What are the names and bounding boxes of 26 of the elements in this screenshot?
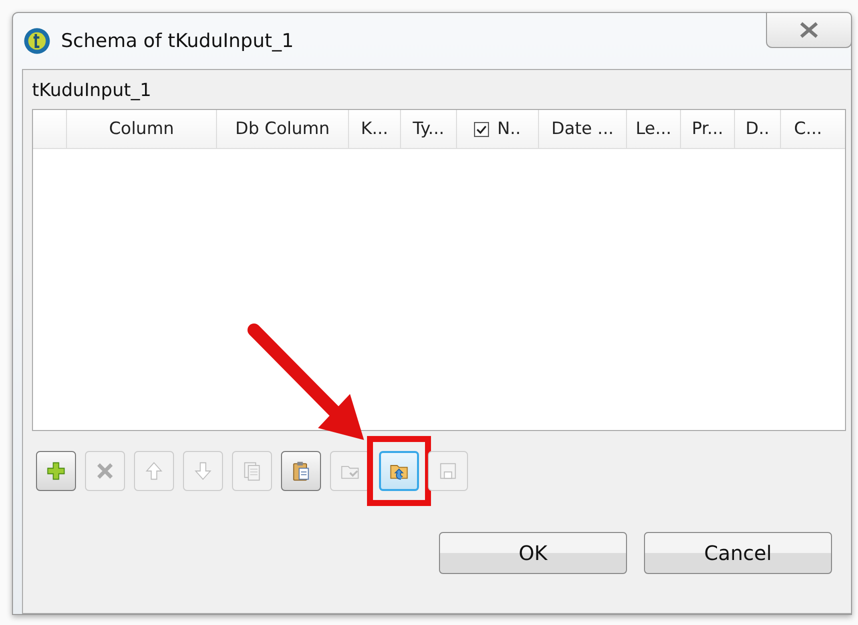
- column-header[interactable]: N..: [457, 110, 539, 148]
- ok-button[interactable]: OK: [439, 532, 627, 574]
- down-arrow-icon: [192, 460, 214, 482]
- window-title: Schema of tKuduInput_1: [61, 30, 294, 52]
- column-header[interactable]: K...: [349, 110, 401, 148]
- add-button[interactable]: [36, 451, 76, 491]
- paste-button[interactable]: [281, 451, 321, 491]
- column-header[interactable]: Pr...: [681, 110, 735, 148]
- schema-label: tKuduInput_1: [32, 80, 152, 101]
- column-header[interactable]: C...: [781, 110, 835, 148]
- floppy-icon: [437, 460, 459, 482]
- plus-icon: [45, 460, 67, 482]
- document-icon: [241, 460, 263, 482]
- checkbox-icon[interactable]: [474, 122, 490, 136]
- up-arrow-icon: [143, 460, 165, 482]
- close-icon: [798, 21, 820, 39]
- close-button[interactable]: [766, 12, 852, 48]
- clipboard-icon: [290, 460, 312, 482]
- column-header[interactable]: D..: [735, 110, 781, 148]
- column-header[interactable]: Ty...: [401, 110, 457, 148]
- column-header[interactable]: Db Column: [217, 110, 349, 148]
- cancel-button[interactable]: Cancel: [644, 532, 832, 574]
- app-logo-icon: [23, 27, 51, 55]
- column-header[interactable]: Date ...: [539, 110, 627, 148]
- column-header[interactable]: Column: [67, 110, 217, 148]
- column-header[interactable]: Le...: [627, 110, 681, 148]
